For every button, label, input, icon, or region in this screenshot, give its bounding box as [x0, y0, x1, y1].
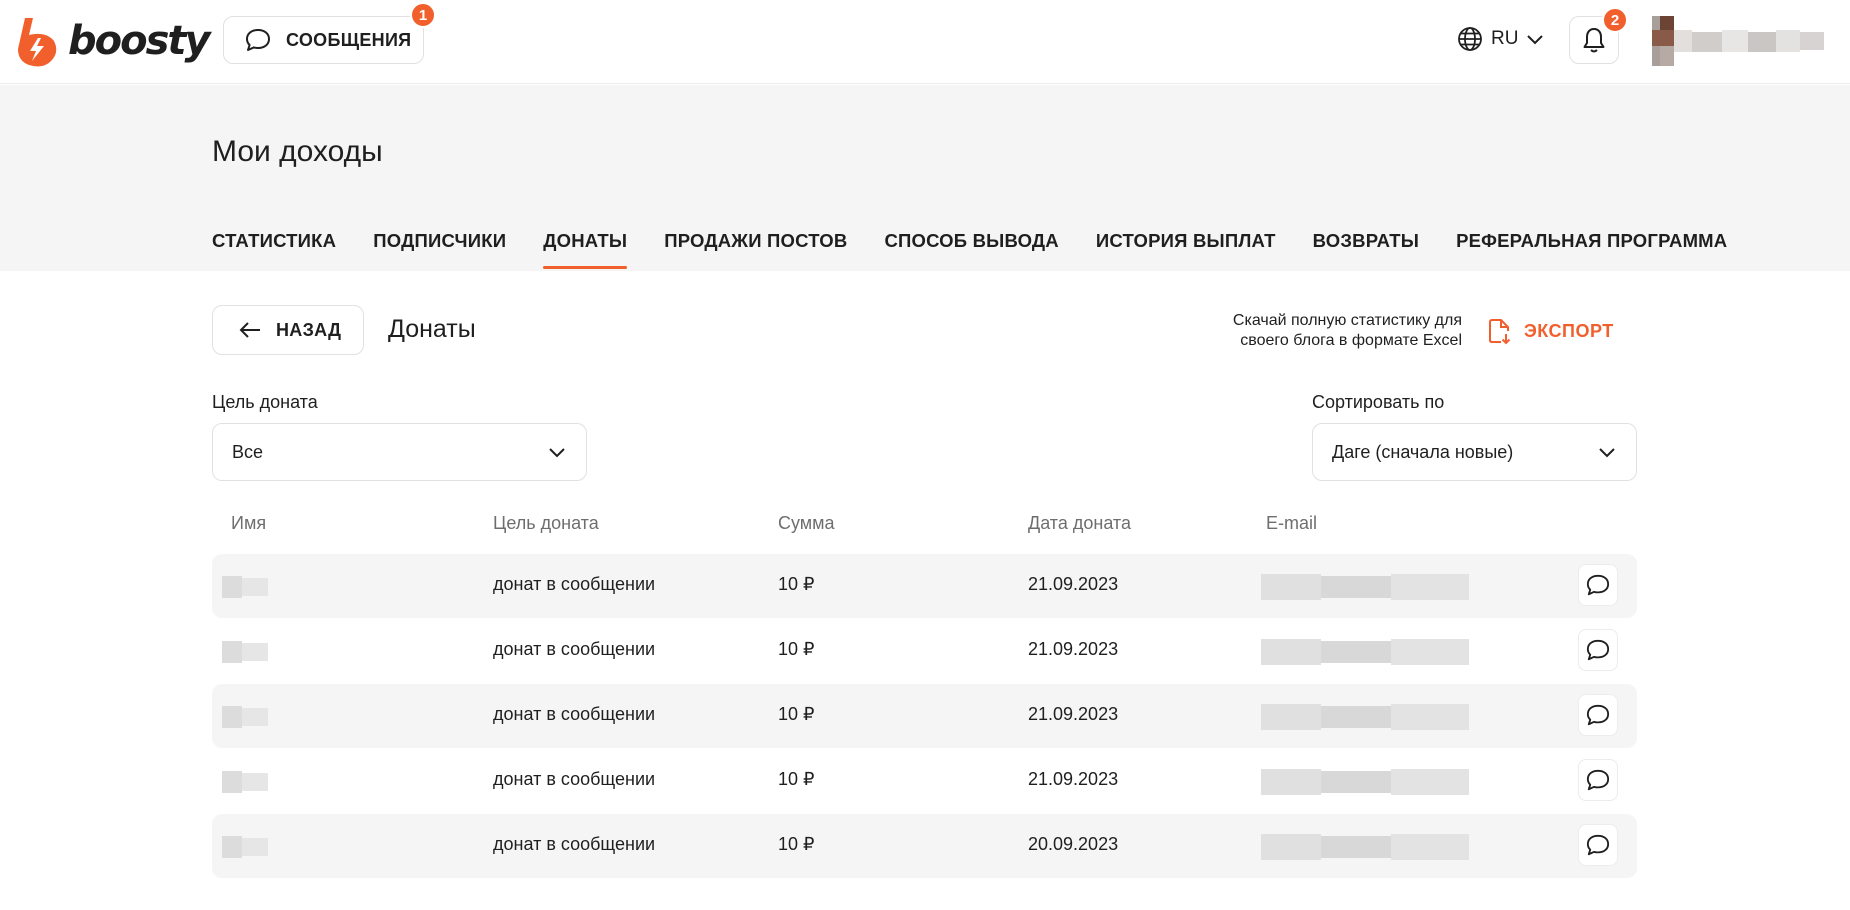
messages-label: СООБЩЕНИЯ — [286, 29, 412, 50]
table-row: донат в сообщении 10 ₽ 20.09.2023 — [212, 814, 1637, 878]
section-title: Донаты — [388, 315, 476, 343]
donation-date: 21.09.2023 — [1028, 574, 1119, 594]
donation-amount: 10 ₽ — [778, 639, 815, 659]
chat-bubble-icon — [1586, 574, 1610, 596]
income-tabs: СТАТИСТИКА ПОДПИСЧИКИ ДОНАТЫ ПРОДАЖИ ПОС… — [212, 222, 1764, 271]
donation-date: 20.09.2023 — [1028, 834, 1119, 854]
back-label: НАЗАД — [276, 319, 342, 340]
message-donor-button[interactable] — [1578, 694, 1618, 736]
donation-date: 21.09.2023 — [1028, 639, 1119, 659]
donation-goal: донат в сообщении — [493, 574, 656, 594]
table-row: донат в сообщении 10 ₽ 21.09.2023 — [212, 554, 1637, 618]
tab-withdrawal-method[interactable]: СПОСОБ ВЫВОДА — [884, 222, 1058, 271]
message-donor-button[interactable] — [1578, 824, 1618, 866]
donation-goal: донат в сообщении — [493, 834, 656, 854]
redacted-email — [1261, 769, 1469, 795]
chat-bubble-icon — [1586, 834, 1610, 856]
redacted-email — [1261, 574, 1469, 600]
messages-button[interactable]: СООБЩЕНИЯ — [223, 16, 424, 64]
chat-bubble-icon — [1586, 704, 1610, 726]
sort-select[interactable]: Даге (сначала новые) — [1312, 423, 1637, 481]
tab-refunds[interactable]: ВОЗВРАТЫ — [1313, 222, 1419, 271]
chat-bubble-icon — [246, 29, 270, 51]
donation-amount: 10 ₽ — [778, 704, 815, 724]
top-bar: boosty СООБЩЕНИЯ 1 RU 2 — [0, 0, 1850, 84]
column-header-goal: Цель доната — [493, 513, 599, 533]
boosty-logo[interactable]: boosty — [16, 14, 211, 68]
donation-amount: 10 ₽ — [778, 574, 815, 594]
chat-bubble-icon — [1586, 639, 1610, 661]
bolt-logo-icon — [18, 18, 57, 67]
table-row: донат в сообщении 10 ₽ 21.09.2023 — [212, 749, 1637, 813]
tab-subscribers[interactable]: ПОДПИСЧИКИ — [373, 222, 506, 271]
goal-select[interactable]: Все — [212, 423, 587, 481]
tab-post-sales[interactable]: ПРОДАЖИ ПОСТОВ — [664, 222, 847, 271]
export-button[interactable]: ЭКСПОРТ — [1488, 315, 1614, 347]
tab-donations[interactable]: ДОНАТЫ — [543, 222, 628, 271]
donation-date: 21.09.2023 — [1028, 704, 1119, 724]
column-header-amount: Сумма — [778, 513, 835, 533]
language-code: RU — [1491, 28, 1519, 49]
message-donor-button[interactable] — [1578, 564, 1618, 606]
column-header-email: E-mail — [1266, 513, 1318, 533]
column-header-date: Дата доната — [1028, 513, 1131, 533]
notifications-count-badge: 2 — [1602, 7, 1628, 33]
chevron-down-icon — [1527, 35, 1544, 45]
table-row: донат в сообщении 10 ₽ 21.09.2023 — [212, 619, 1637, 683]
chat-bubble-icon — [1586, 769, 1610, 791]
export-hint-line1: Скачай полную статистику для — [1232, 312, 1462, 329]
redacted-email — [1261, 834, 1469, 860]
donation-amount: 10 ₽ — [778, 769, 815, 789]
export-label: ЭКСПОРТ — [1524, 320, 1614, 341]
chevron-down-icon — [549, 448, 565, 458]
export-hint: Скачай полную статистику для своего блог… — [1180, 311, 1462, 351]
message-donor-button[interactable] — [1578, 629, 1618, 671]
chevron-down-icon — [1599, 448, 1615, 458]
sort-label: Сортировать по — [1312, 392, 1445, 412]
language-selector[interactable]: RU — [1457, 26, 1544, 52]
goal-select-value: Все — [232, 441, 264, 462]
globe-icon — [1458, 27, 1482, 51]
logo-wordmark: boosty — [68, 18, 211, 64]
tab-payout-history[interactable]: ИСТОРИЯ ВЫПЛАТ — [1096, 222, 1276, 271]
bell-icon — [1583, 28, 1605, 53]
messages-count-badge: 1 — [410, 2, 436, 28]
redacted-name — [222, 771, 268, 793]
redacted-name — [222, 641, 268, 663]
table-row: донат в сообщении 10 ₽ 21.09.2023 — [212, 684, 1637, 748]
message-donor-button[interactable] — [1578, 759, 1618, 801]
sort-select-value: Даге (сначала новые) — [1332, 441, 1514, 462]
donation-amount: 10 ₽ — [778, 834, 815, 854]
redacted-name — [222, 836, 268, 858]
tab-referral-program[interactable]: РЕФЕРАЛЬНАЯ ПРОГРАММА — [1456, 222, 1727, 271]
donation-goal: донат в сообщении — [493, 704, 656, 724]
redacted-email — [1261, 639, 1469, 665]
donation-goal: донат в сообщении — [493, 639, 656, 659]
back-button[interactable]: НАЗАД — [212, 305, 364, 355]
file-download-icon — [1489, 319, 1511, 345]
donation-goal: донат в сообщении — [493, 769, 656, 789]
user-avatar[interactable] — [1640, 14, 1835, 68]
tab-statistics[interactable]: СТАТИСТИКА — [212, 222, 336, 271]
donation-date: 21.09.2023 — [1028, 769, 1119, 789]
redacted-name — [222, 576, 268, 598]
redacted-name — [222, 706, 268, 728]
goal-filter-label: Цель доната — [212, 392, 318, 412]
page-title: Мои доходы — [212, 135, 383, 168]
column-header-name: Имя — [231, 513, 267, 533]
export-hint-line2: своего блога в формате Excel — [1240, 332, 1462, 349]
redacted-email — [1261, 704, 1469, 730]
arrow-left-icon — [239, 322, 260, 338]
